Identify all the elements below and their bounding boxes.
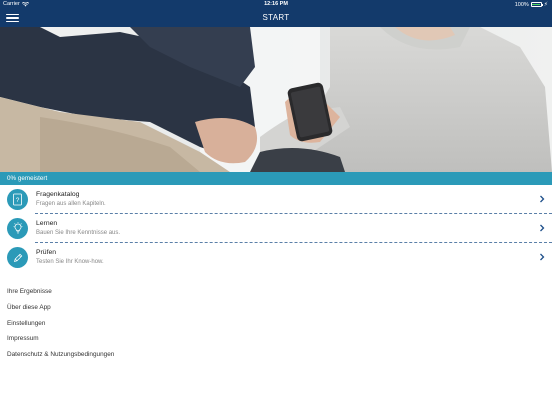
status-time: 12:16 PM [264, 1, 288, 7]
menu-item-title: Fragenkatalog [36, 191, 80, 198]
menu-item-subtitle: Fragen aus allen Kapiteln. [36, 201, 106, 207]
battery-percent: 100% [514, 1, 529, 8]
menu-item-title: Lernen [36, 220, 58, 227]
link-impressum[interactable]: Impressum [7, 331, 114, 347]
charging-icon: ⚡ [543, 2, 548, 8]
chevron-right-icon [540, 253, 545, 261]
status-bar: Carrier 12:16 PM 100% ⚡ [0, 0, 552, 9]
mastery-progress-bar: 0% gemeistert [0, 172, 552, 185]
link-einstellungen[interactable]: Einstellungen [7, 316, 114, 332]
link-ihre-ergebnisse[interactable]: Ihre Ergebnisse [7, 284, 114, 300]
page-title: START [262, 13, 290, 22]
hero-photo [0, 27, 552, 172]
menu-item-pruefen[interactable]: Prüfen Testen Sie Ihr Know-how. [0, 243, 552, 272]
menu-item-subtitle: Testen Sie Ihr Know-how. [36, 259, 104, 265]
menu-item-lernen[interactable]: Lernen Bauen Sie Ihre Kenntnisse aus. [0, 214, 552, 243]
battery-icon [530, 2, 543, 7]
main-menu-list: ? Fragenkatalog Fragen aus allen Kapitel… [0, 185, 552, 272]
chevron-right-icon [540, 224, 545, 232]
status-right: 100% ⚡ [514, 1, 548, 9]
question-book-icon: ? [7, 189, 28, 210]
link-ueber-diese-app[interactable]: Über diese App [7, 300, 114, 316]
progress-label: 0% gemeistert [7, 175, 48, 182]
menu-item-subtitle: Bauen Sie Ihre Kenntnisse aus. [36, 230, 121, 236]
svg-text:?: ? [16, 197, 20, 204]
pencil-icon [7, 247, 28, 268]
chevron-right-icon [540, 195, 545, 203]
menu-item-fragenkatalog[interactable]: ? Fragenkatalog Fragen aus allen Kapitel… [0, 185, 552, 214]
lightbulb-icon [7, 218, 28, 239]
link-datenschutz[interactable]: Datenschutz & Nutzungsbedingungen [7, 347, 114, 363]
navigation-bar: START [0, 9, 552, 27]
secondary-links: Ihre Ergebnisse Über diese App Einstellu… [7, 284, 114, 363]
menu-item-title: Prüfen [36, 249, 57, 256]
